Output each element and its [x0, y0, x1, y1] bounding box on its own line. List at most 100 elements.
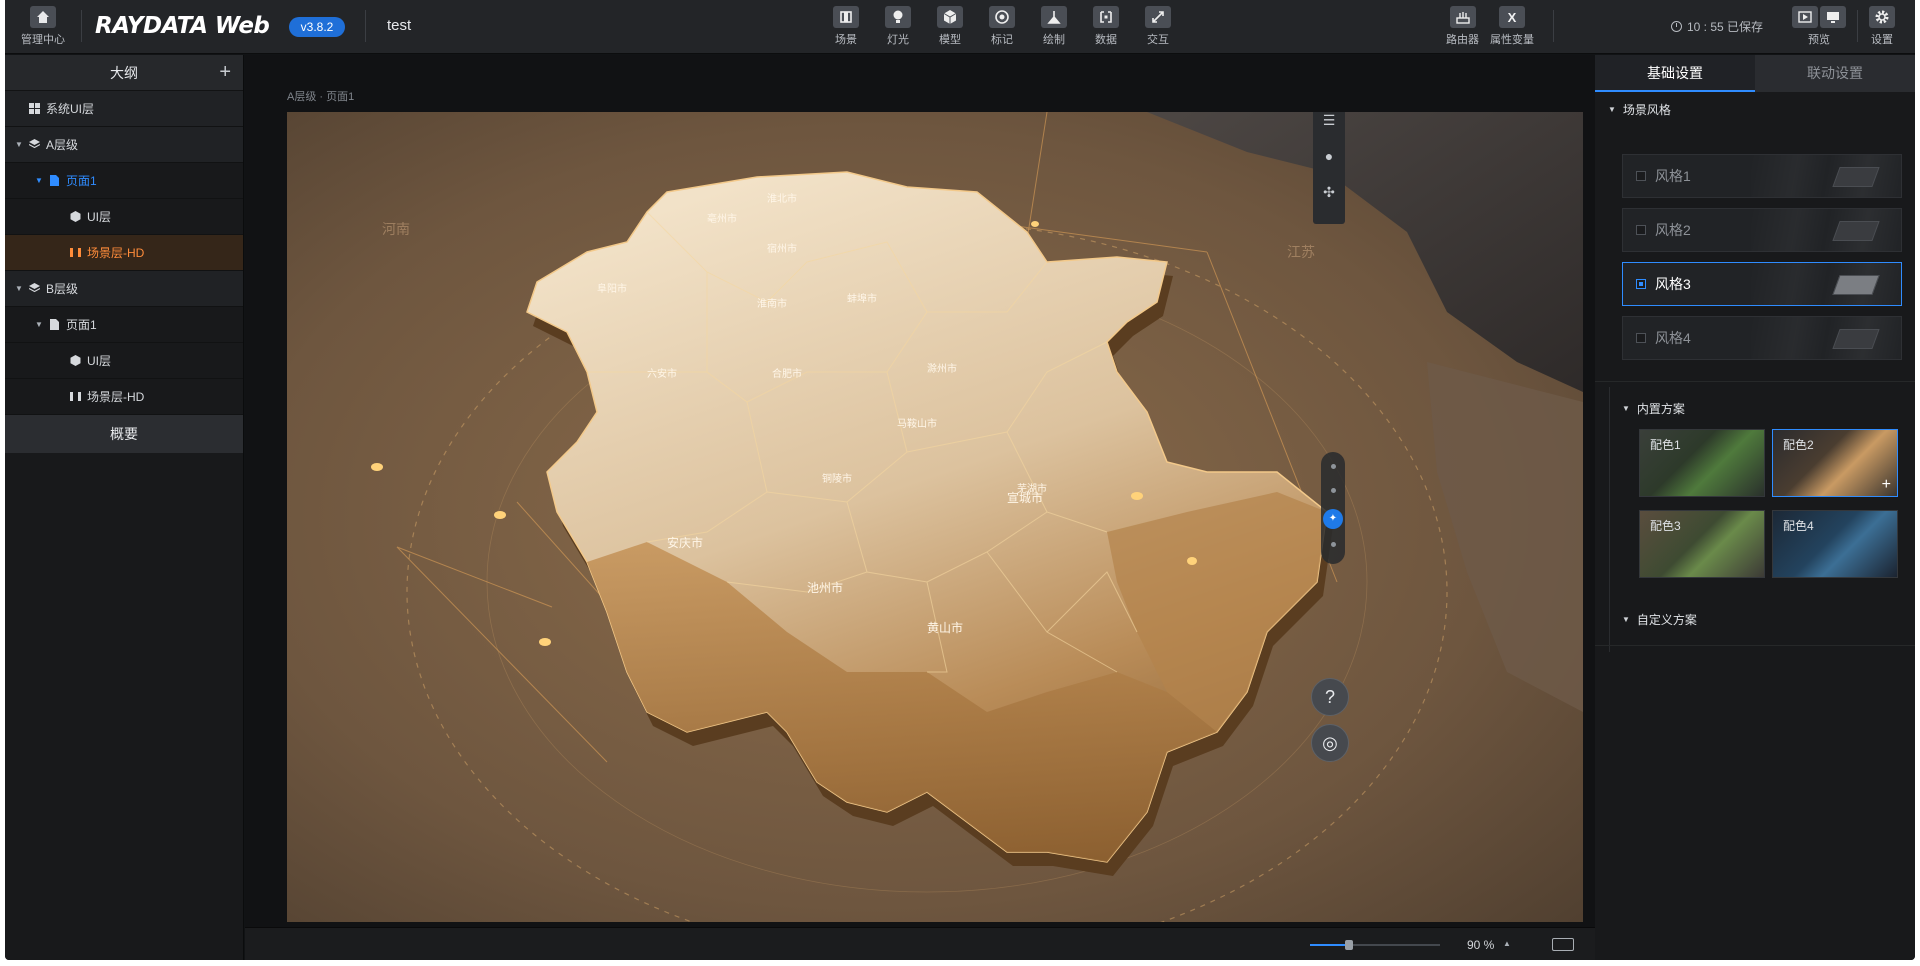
tab-linkage-settings[interactable]: 联动设置 [1755, 55, 1915, 92]
tree-item-scene-layer-hd[interactable]: 场景层-HD [5, 379, 243, 415]
scheme-label: 配色2 [1783, 438, 1814, 452]
tree-item-page-1[interactable]: ▼ 页面1 [5, 307, 243, 343]
nav-dot[interactable] [1331, 488, 1336, 493]
style-preview-box [1832, 167, 1880, 187]
radio-check[interactable] [1636, 279, 1646, 289]
tree-item-ui-layer[interactable]: UI层 [5, 199, 243, 235]
tool-scene-button[interactable]: 场景 [833, 6, 859, 47]
toolbar-divider [365, 10, 366, 42]
add-icon[interactable]: + [219, 62, 231, 82]
caret-down-icon[interactable]: ▼ [35, 320, 43, 329]
tool-interaction-button[interactable]: 交互 [1145, 6, 1171, 47]
style-preview-box [1832, 275, 1880, 295]
tool-data-button[interactable]: 数据 [1093, 6, 1119, 47]
zoom-slider[interactable] [1310, 940, 1440, 950]
nav-dot[interactable] [1331, 542, 1336, 547]
tab-basic-settings[interactable]: 基础设置 [1595, 55, 1755, 92]
section-title: 场景风格 [1622, 102, 1671, 117]
city-label: 马鞍山市 [897, 417, 937, 430]
divider [1595, 381, 1915, 382]
custom-scheme-section-header[interactable]: ▼ 自定义方案 [1609, 602, 1697, 636]
summary-title: 概要 [110, 426, 138, 442]
settings-button[interactable]: 设置 [1869, 6, 1895, 47]
scheme-option-3[interactable]: 配色3 [1639, 510, 1765, 578]
style-option-3[interactable]: 风格3 [1622, 262, 1902, 306]
poi-marker [539, 638, 551, 646]
region-label: 河南 [382, 222, 410, 238]
style-option-1[interactable]: 风格1 [1622, 154, 1902, 198]
city-label: 蚌埠市 [847, 292, 877, 305]
tool-marker-button[interactable]: 标记 [989, 6, 1015, 47]
sliders-icon[interactable]: ☰ [1313, 112, 1345, 138]
puzzle-icon[interactable]: ✣ [1313, 174, 1345, 210]
radio-check[interactable] [1636, 333, 1646, 343]
region-label: 江苏 [1287, 245, 1315, 261]
pin-icon[interactable]: ✦ [1323, 509, 1343, 529]
light-icon [885, 6, 911, 28]
poi-marker [1031, 221, 1039, 227]
scheme-option-4[interactable]: 配色4 [1772, 510, 1898, 578]
radio-check[interactable] [1636, 225, 1646, 235]
marker-icon [989, 6, 1015, 28]
caret-down-icon[interactable]: ▼ [15, 140, 23, 149]
zoom-slider-thumb[interactable] [1345, 940, 1353, 950]
builtin-scheme-section-header[interactable]: ▼ 内置方案 [1609, 391, 1685, 425]
breadcrumb: A层级 · 页面1 [287, 91, 355, 103]
preview-button[interactable]: 预览 [1792, 6, 1846, 47]
tree-item-label: 页面1 [66, 318, 97, 332]
tree-item-scene-layer-hd[interactable]: 场景层-HD [5, 235, 243, 271]
tree-item-label: 系统UI层 [46, 102, 95, 116]
city-label: 黄山市 [927, 620, 963, 635]
style-label: 风格2 [1655, 222, 1691, 238]
caret-down-icon: ▼ [1608, 104, 1616, 114]
radio-check[interactable] [1636, 171, 1646, 181]
tree-item-level-b[interactable]: ▼ B层级 [5, 271, 243, 307]
scene-icon [833, 6, 859, 28]
caret-down-icon[interactable]: ▼ [35, 176, 43, 185]
headset-icon[interactable]: ◎ [1311, 724, 1349, 762]
outline-panel: 大纲 + 系统UI层 ▼ A层级 ▼ 页面1 UI层 场景层-HD ▼ B层级 … [5, 55, 244, 960]
tool-marker-label: 标记 [991, 34, 1013, 46]
tree-item-system-ui-layer[interactable]: 系统UI层 [5, 91, 243, 127]
page-icon [50, 319, 59, 330]
tree-item-label: 场景层-HD [87, 390, 145, 404]
tree-item-label: B层级 [46, 282, 79, 296]
help-button[interactable]: ? [1311, 678, 1349, 716]
zoom-level: 90 % [1467, 938, 1495, 952]
router-icon [1449, 6, 1476, 28]
tree-item-level-a[interactable]: ▼ A层级 [5, 127, 243, 163]
model-icon [937, 6, 963, 28]
management-center-button[interactable]: 管理中心 [17, 6, 69, 47]
tool-light-button[interactable]: 灯光 [885, 6, 911, 47]
nav-dot[interactable] [1331, 464, 1336, 469]
city-label: 池州市 [807, 580, 843, 595]
property-variable-button[interactable]: X 属性变量 [1490, 6, 1534, 47]
tool-draw-button[interactable]: 绘制 [1041, 6, 1067, 47]
scene-viewport[interactable]: 阜阳市 亳州市 淮北市 宿州市 蚌埠市 淮南市 六安市 合肥市 滁州市 马鞍山市… [287, 112, 1583, 922]
scene-style-section-header[interactable]: ▼ 场景风格 [1595, 92, 1915, 126]
scheme-option-1[interactable]: 配色1 [1639, 429, 1765, 497]
scheme-option-2[interactable]: 配色2 + [1772, 429, 1898, 497]
router-button[interactable]: 路由器 [1446, 6, 1479, 47]
person-icon[interactable]: ● [1313, 138, 1345, 174]
tree-item-page-1[interactable]: ▼ 页面1 [5, 163, 243, 199]
canvas-area: A层级 · 页面1 阜阳市 亳州市 淮北市 宿州市 蚌埠市 淮南市 六安市 合肥… [245, 55, 1595, 927]
caret-up-icon[interactable]: ▲ [1503, 939, 1511, 948]
city-label: 淮北市 [767, 192, 797, 205]
tool-model-button[interactable]: 模型 [937, 6, 963, 47]
grid-icon [29, 103, 40, 114]
summary-section-header[interactable]: 概要 [5, 415, 243, 453]
caret-down-icon[interactable]: ▼ [15, 284, 23, 293]
add-icon[interactable]: + [1882, 476, 1891, 494]
style-option-4[interactable]: 风格4 [1622, 316, 1902, 360]
style-label: 风格4 [1655, 330, 1691, 346]
style-option-2[interactable]: 风格2 [1622, 208, 1902, 252]
poi-marker [1187, 557, 1197, 565]
keyboard-icon[interactable] [1552, 938, 1574, 951]
project-name: test [387, 17, 412, 34]
tree-item-ui-layer[interactable]: UI层 [5, 343, 243, 379]
poi-marker [494, 511, 506, 519]
preview-label: 预览 [1808, 34, 1830, 46]
divider [1595, 645, 1915, 646]
section-title: 自定义方案 [1636, 612, 1697, 627]
